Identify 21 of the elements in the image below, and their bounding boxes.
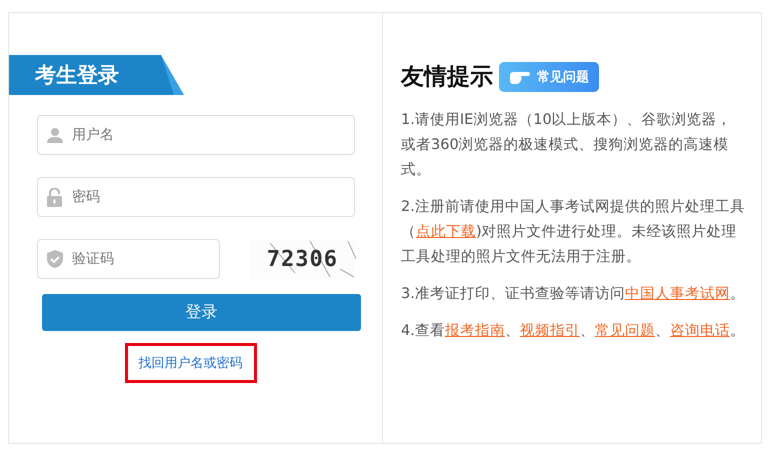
forgot-link[interactable]: 找回用户名或密码	[124, 343, 256, 383]
link[interactable]: 报考指南	[444, 323, 505, 339]
link[interactable]: 视频指引	[520, 323, 580, 339]
link[interactable]: 咨询电话	[670, 323, 730, 339]
tip-text: 1.请使用IE浏览器（10以上版本）、谷歌浏览器，或者360浏览器的极速模式、搜狗浏览器的高速模式。	[401, 111, 733, 180]
captcha-field[interactable]: 验证码	[37, 239, 220, 279]
user-field[interactable]: 用户名	[37, 115, 355, 155]
login-button[interactable]: 登录	[42, 294, 361, 331]
tip-text: 3.准考证打印、证书查验等请访问中国人事考试网。	[401, 284, 745, 304]
tip-text: 4.查看报考指南、视频指引、常见问题、咨询电话。	[401, 322, 745, 341]
link[interactable]: 点此下载	[416, 224, 476, 240]
login-title: 考生登录	[35, 62, 119, 89]
tips-title: 友情提示	[401, 63, 493, 92]
password-field[interactable]: 密码	[37, 177, 355, 217]
link[interactable]: 常见问题	[594, 323, 655, 339]
lock-icon	[47, 188, 62, 206]
shield-check-icon	[47, 250, 63, 268]
user-icon	[47, 127, 63, 143]
tip-text: 2.注册前请使用中国人事考试网提供的照片处理工具（点此下载)对照片文件进行处理。未经该照片处理工具处理的照片文件无法用于注册。	[401, 198, 745, 267]
link[interactable]: 中国人事考试网	[624, 286, 730, 302]
faq-button[interactable]: 常见问题	[499, 62, 599, 92]
